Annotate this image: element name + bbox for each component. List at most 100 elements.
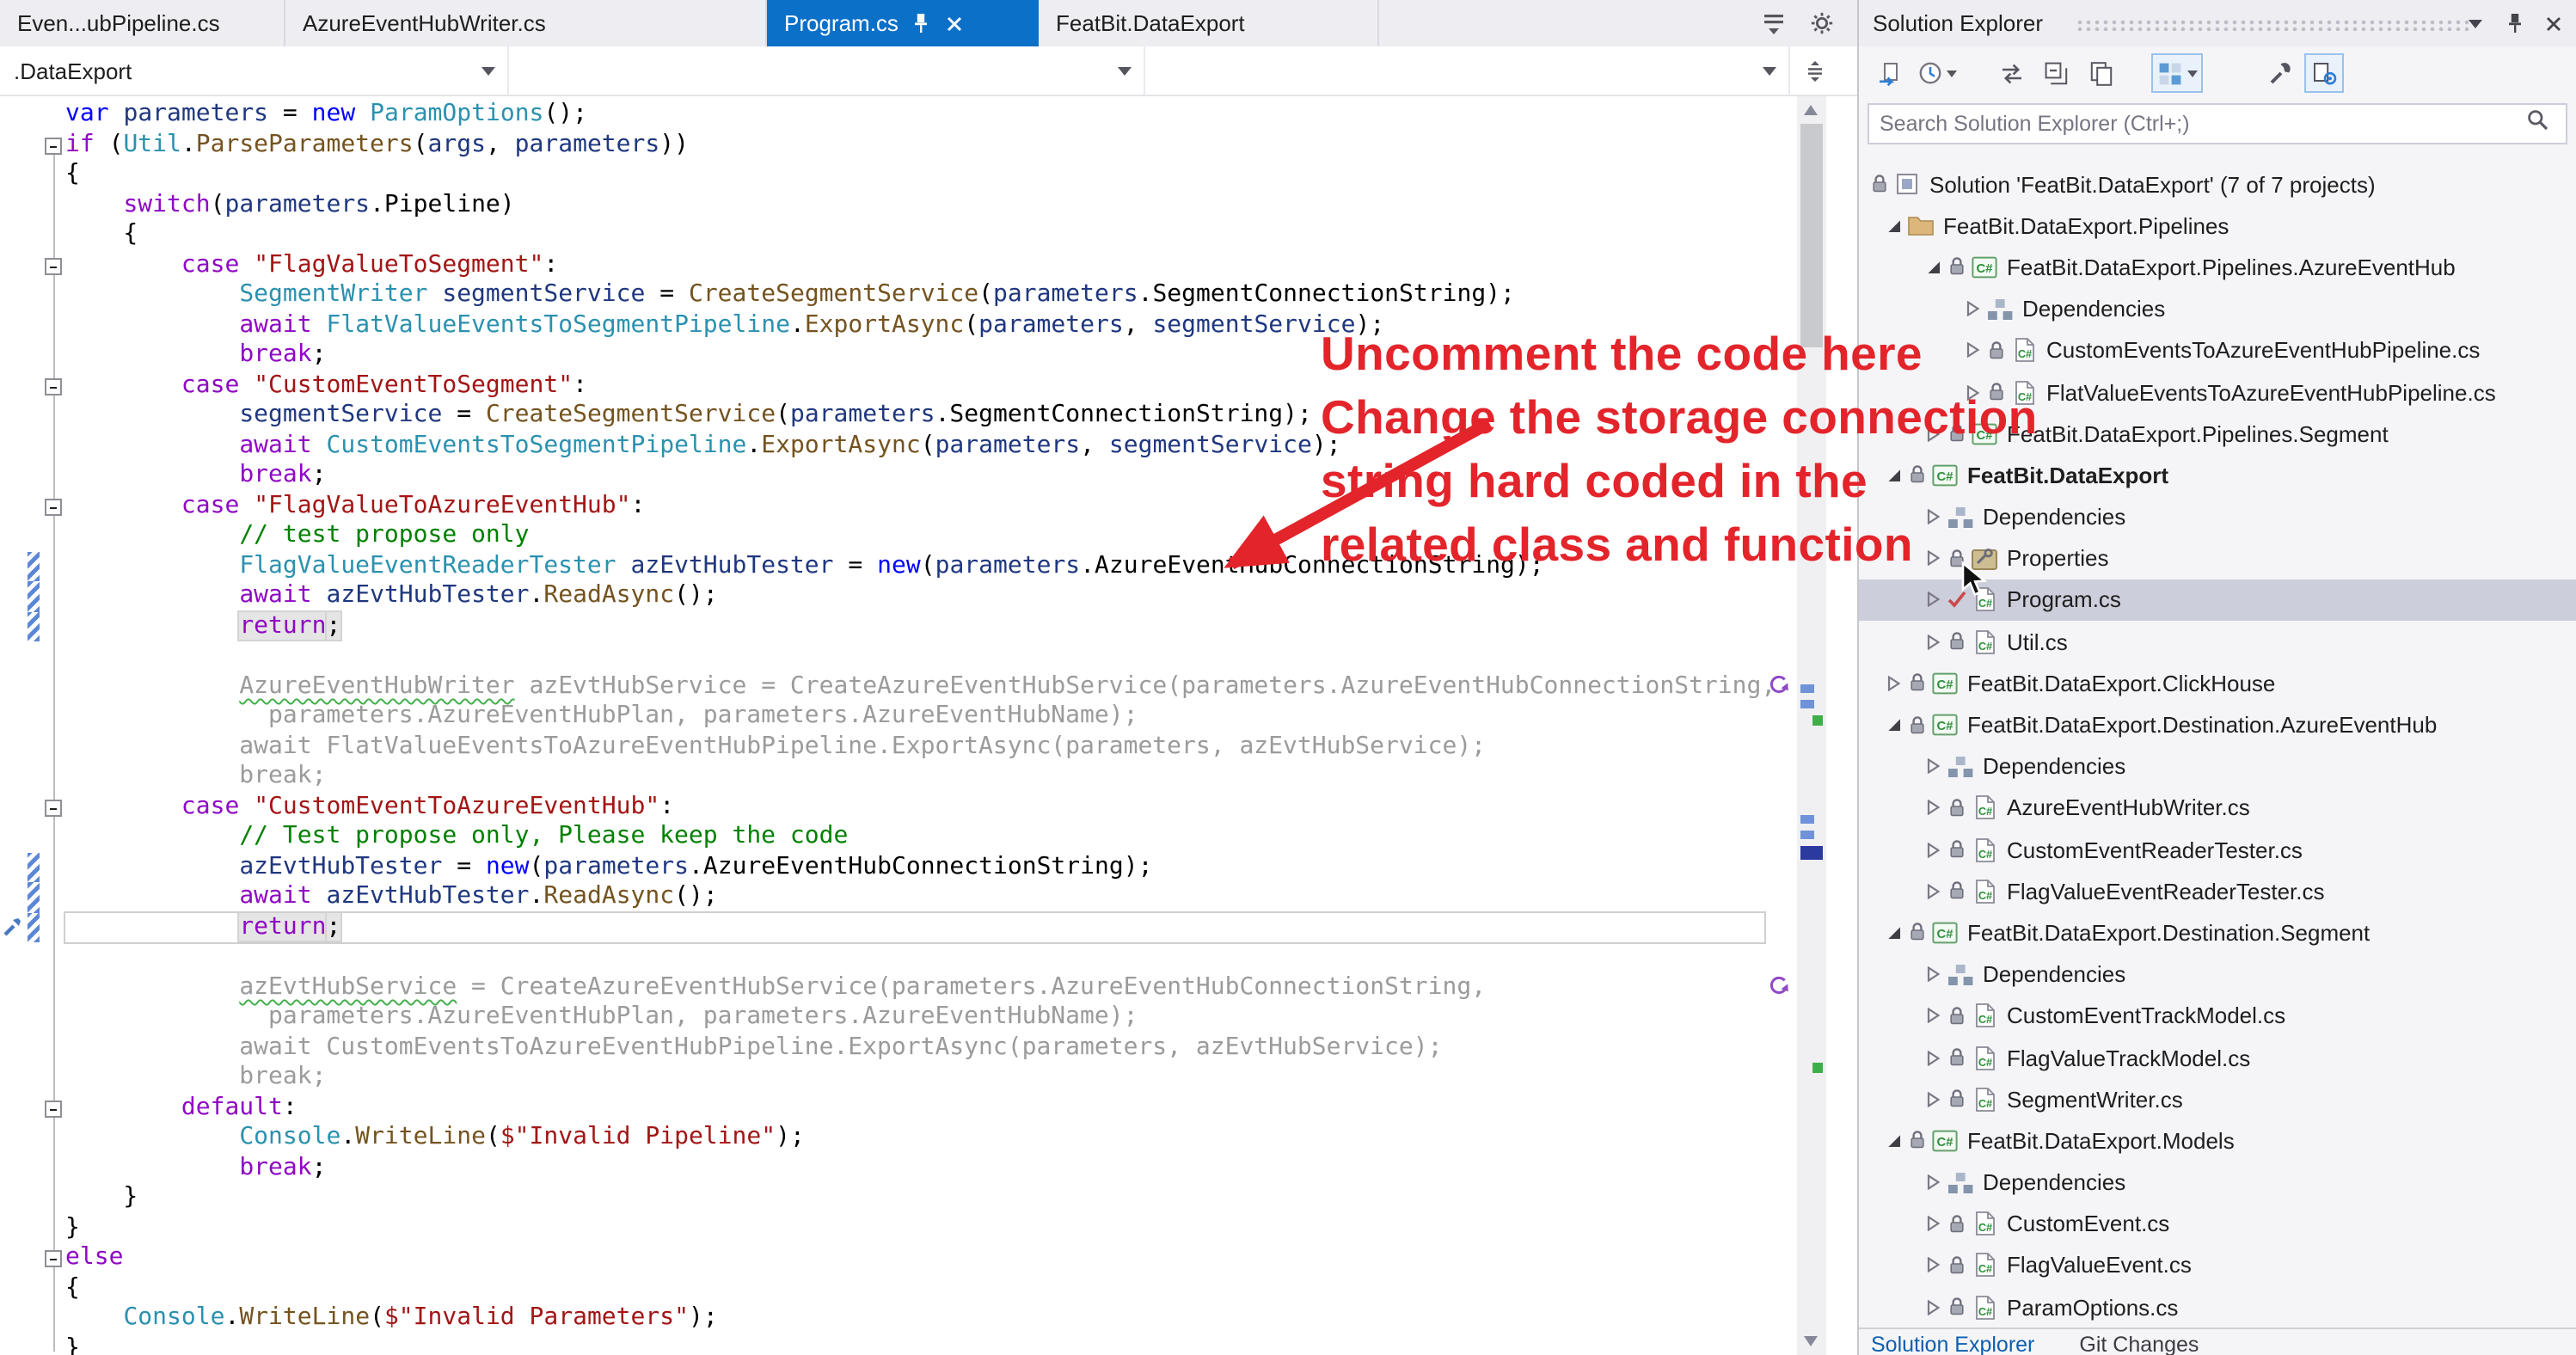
tree-item[interactable]: Properties [1859, 537, 2576, 579]
tree-item[interactable]: C#CustomEventReaderTester.cs [1859, 829, 2576, 870]
code-line[interactable]: break; [0, 1153, 1857, 1183]
code-line[interactable]: await FlatValueEventsToSegmentPipeline.E… [0, 310, 1857, 340]
close-icon[interactable] [2538, 8, 2569, 39]
code-line[interactable]: segmentService = CreateSegmentService(pa… [0, 401, 1857, 431]
expander-collapsed-icon[interactable] [1921, 800, 1945, 816]
expander-collapsed-icon[interactable] [1921, 551, 1945, 567]
preview-selected-items-icon[interactable] [2304, 53, 2344, 93]
fold-toggle-icon[interactable] [45, 498, 62, 515]
file-filter-icon[interactable] [1914, 53, 1960, 93]
code-line[interactable]: await azEvtHubTester.ReadAsync(); [0, 882, 1857, 912]
tab-program[interactable]: Program.cs [767, 0, 1039, 46]
fold-toggle-icon[interactable] [45, 1100, 62, 1117]
bottom-tab-git-changes[interactable]: Git Changes [2079, 1333, 2199, 1355]
code-line[interactable]: case "FlagValueToAzureEventHub": [0, 491, 1857, 521]
code-line[interactable]: azEvtHubService = CreateAzureEventHubSer… [0, 972, 1857, 1002]
tree-item[interactable]: C#FlagValueEventReaderTester.cs [1859, 870, 2576, 911]
fold-toggle-icon[interactable] [45, 1250, 62, 1267]
expander-collapsed-icon[interactable] [1921, 1009, 1945, 1024]
code-line[interactable]: Console.WriteLine($"Invalid Pipeline"); [0, 1123, 1857, 1153]
expander-collapsed-icon[interactable] [1921, 509, 1945, 524]
expander-collapsed-icon[interactable] [1921, 966, 1945, 982]
scrollbar-thumb[interactable] [1800, 124, 1823, 347]
search-icon[interactable] [2526, 108, 2548, 139]
tree-item[interactable]: Solution 'FeatBit.DataExport' (7 of 7 pr… [1859, 163, 2576, 205]
code-line[interactable]: break; [0, 461, 1857, 491]
tab-featbit-dataexport[interactable]: FeatBit.DataExport [1039, 0, 1379, 46]
expander-collapsed-icon[interactable] [1921, 1091, 1945, 1107]
tree-item[interactable]: C#FeatBit.DataExport [1859, 455, 2576, 496]
code-editor[interactable]: var parameters = new ParamOptions();if (… [0, 96, 1857, 1355]
tab-eventhub-pipeline[interactable]: Even...ubPipeline.cs [0, 0, 285, 46]
code-line[interactable]: Console.WriteLine($"Invalid Parameters")… [0, 1303, 1857, 1334]
sync-with-active-document-icon[interactable] [1869, 53, 1909, 93]
code-line[interactable]: break; [0, 340, 1857, 371]
search-input[interactable] [1869, 105, 2566, 143]
expander-collapsed-icon[interactable] [1960, 301, 1984, 316]
code-line[interactable]: SegmentWriter segmentService = CreateSeg… [0, 280, 1857, 310]
show-all-files-icon[interactable] [2081, 53, 2120, 93]
quick-actions-icon[interactable] [2, 916, 22, 936]
tree-item[interactable]: C#Util.cs [1859, 621, 2576, 662]
tree-item[interactable]: C#FlagValueTrackModel.cs [1859, 1037, 2576, 1078]
expander-collapsed-icon[interactable] [1921, 1174, 1945, 1190]
expander-collapsed-icon[interactable] [1921, 884, 1945, 899]
code-line[interactable] [0, 942, 1857, 972]
tree-item[interactable]: C#Program.cs [1859, 579, 2576, 621]
expander-collapsed-icon[interactable] [1921, 592, 1945, 608]
code-line[interactable]: parameters.AzureEventHubPlan, parameters… [0, 702, 1857, 732]
pin-icon[interactable] [909, 11, 933, 35]
expander-collapsed-icon[interactable] [1921, 842, 1945, 857]
expander-collapsed-icon[interactable] [1960, 343, 1984, 359]
tree-item[interactable]: C#CustomEventTrackModel.cs [1859, 996, 2576, 1037]
settings-wrench-icon[interactable] [2260, 53, 2299, 93]
open-files-list-icon[interactable] [1757, 8, 1788, 39]
collapse-all-icon[interactable] [2036, 53, 2076, 93]
tree-item[interactable]: C#FlagValueEvent.cs [1859, 1245, 2576, 1286]
expander-expanded-icon[interactable] [1921, 260, 1945, 275]
expander-expanded-icon[interactable] [1881, 218, 1905, 234]
scrollbar-up-arrow-icon[interactable] [1804, 105, 1818, 115]
pin-icon[interactable] [2499, 8, 2530, 39]
code-line[interactable]: } [0, 1334, 1857, 1355]
expander-collapsed-icon[interactable] [1921, 1258, 1945, 1273]
code-line[interactable]: FlagValueEventReaderTester azEvtHubTeste… [0, 551, 1857, 581]
code-line[interactable]: await CustomEventsToAzureEventHubPipelin… [0, 1033, 1857, 1063]
code-line[interactable]: AzureEventHubWriter azEvtHubService = Cr… [0, 671, 1857, 702]
code-line[interactable]: case "FlagValueToSegment": [0, 250, 1857, 280]
code-line[interactable]: azEvtHubTester = new(parameters.AzureEve… [0, 852, 1857, 882]
tree-item[interactable]: Dependencies [1859, 288, 2576, 329]
code-line[interactable]: break; [0, 1063, 1857, 1093]
code-line[interactable] [0, 641, 1857, 671]
code-line[interactable]: } [0, 1213, 1857, 1243]
gear-icon[interactable] [1806, 8, 1837, 39]
expander-collapsed-icon[interactable] [1960, 384, 1984, 400]
tree-item[interactable]: C#FeatBit.DataExport.Destination.AzureEv… [1859, 704, 2576, 745]
tree-item[interactable]: C#FeatBit.DataExport.Destination.Segment [1859, 912, 2576, 953]
view-selector-icon[interactable] [2151, 53, 2203, 93]
expander-collapsed-icon[interactable] [1921, 1050, 1945, 1065]
tree-item[interactable]: Dependencies [1859, 496, 2576, 537]
expander-expanded-icon[interactable] [1881, 925, 1905, 941]
code-line[interactable]: parameters.AzureEventHubPlan, parameters… [0, 1002, 1857, 1033]
fold-toggle-icon[interactable] [45, 257, 62, 274]
tree-item[interactable]: Dependencies [1859, 745, 2576, 787]
tree-item[interactable]: Dependencies [1859, 1162, 2576, 1203]
expander-collapsed-icon[interactable] [1921, 1217, 1945, 1232]
tree-item[interactable]: FeatBit.DataExport.Pipelines [1859, 205, 2576, 246]
bottom-tab-solution-explorer[interactable]: Solution Explorer [1871, 1333, 2034, 1355]
code-line[interactable]: if (Util.ParseParameters(args, parameter… [0, 130, 1857, 160]
code-line[interactable]: return; [0, 611, 1857, 641]
code-line[interactable]: switch(parameters.Pipeline) [0, 190, 1857, 220]
fold-toggle-icon[interactable] [45, 799, 62, 816]
tree-item[interactable]: Dependencies [1859, 953, 2576, 995]
code-line[interactable]: case "CustomEventToAzureEventHub": [0, 792, 1857, 822]
expander-collapsed-icon[interactable] [1921, 758, 1945, 774]
expander-expanded-icon[interactable] [1881, 1133, 1905, 1149]
code-line[interactable]: var parameters = new ParamOptions(); [0, 100, 1857, 130]
member-dropdown[interactable] [1145, 46, 1790, 95]
code-line[interactable]: // Test propose only, Please keep the co… [0, 822, 1857, 852]
code-line[interactable]: // test propose only [0, 521, 1857, 551]
fold-toggle-icon[interactable] [45, 377, 62, 395]
code-line[interactable]: { [0, 220, 1857, 250]
